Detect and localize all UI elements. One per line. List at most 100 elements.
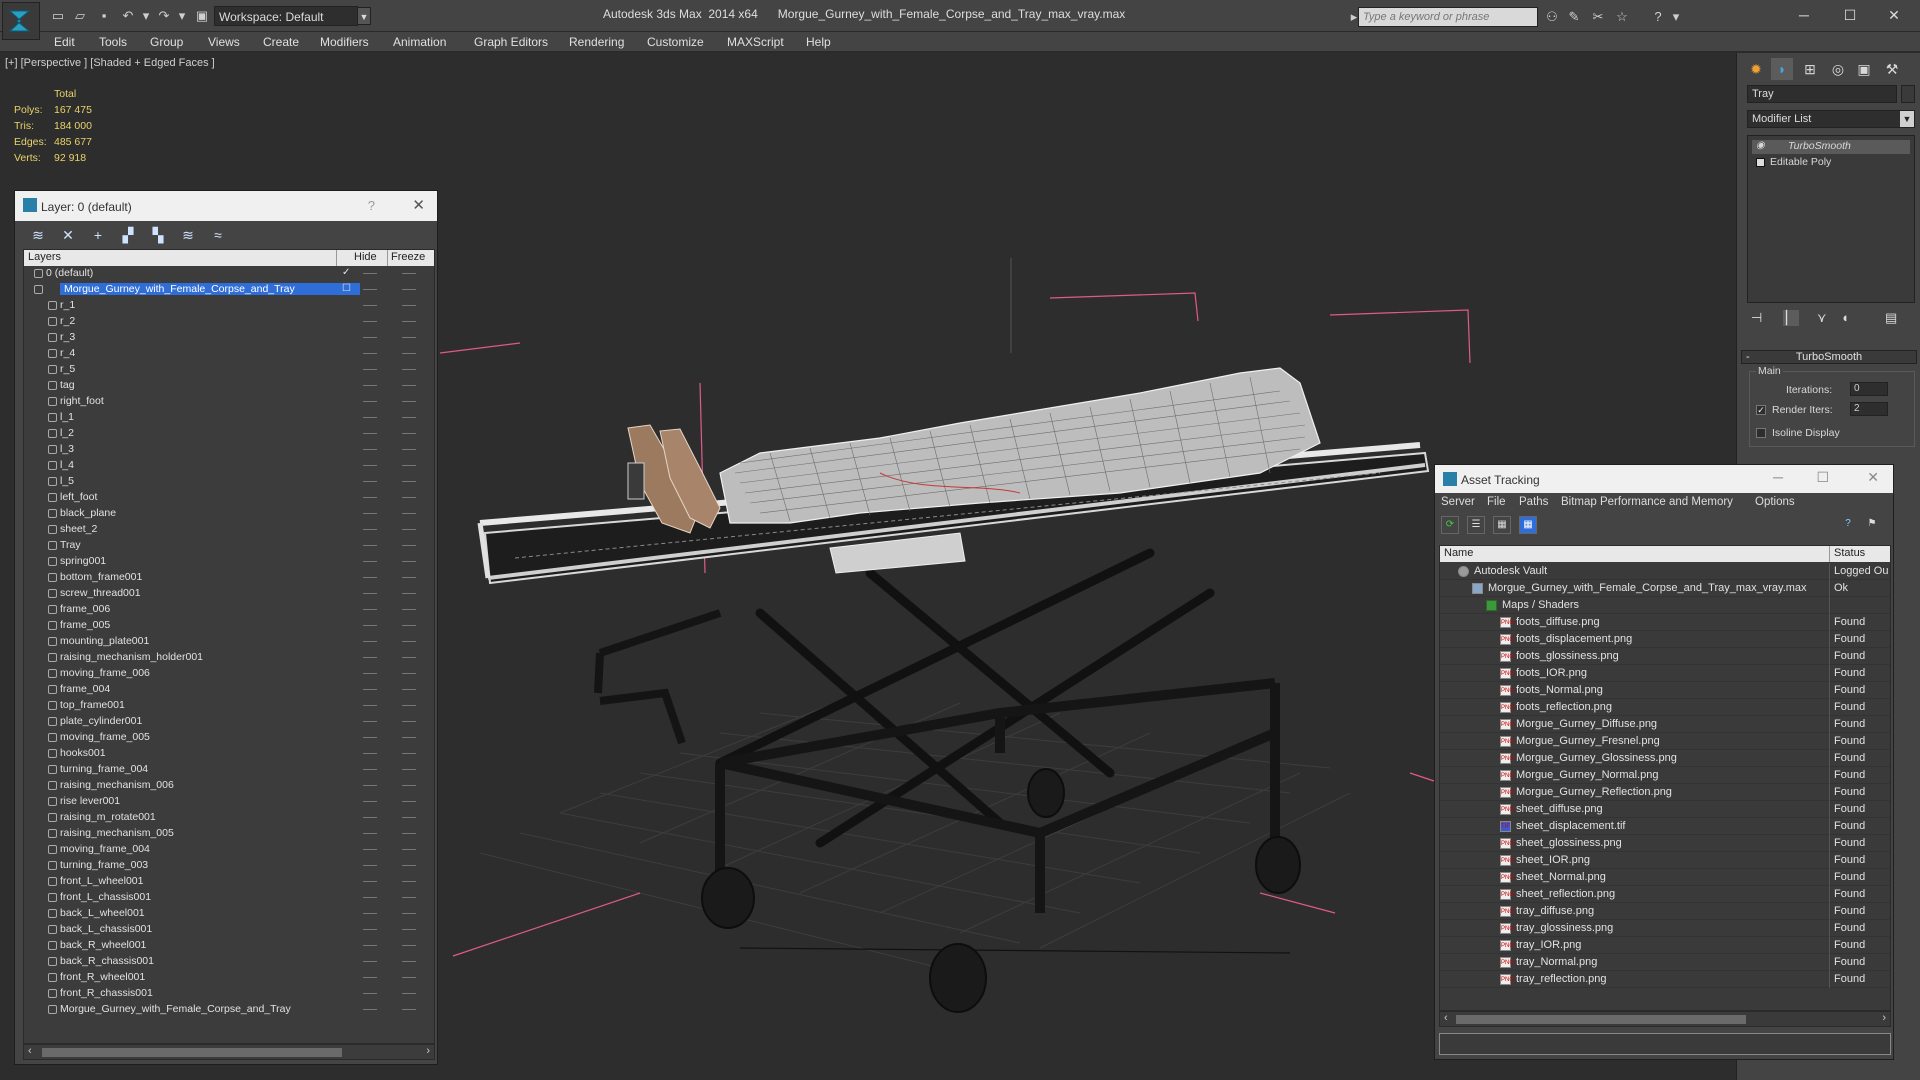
freeze-toggle[interactable] [402, 401, 416, 402]
menu-views[interactable]: Views [208, 35, 240, 49]
asset-row[interactable]: PNG foots_diffuse.png Found [1440, 614, 1890, 631]
freeze-toggle[interactable] [402, 993, 416, 994]
freeze-toggle[interactable] [402, 721, 416, 722]
freeze-toggle[interactable] [402, 801, 416, 802]
scroll-right-icon[interactable]: › [1882, 1012, 1886, 1024]
scroll-left-icon[interactable]: ‹ [1444, 1012, 1448, 1024]
search-input[interactable]: Type a keyword or phrase [1358, 7, 1538, 27]
layer-object-row[interactable]: raising_mechanism_holder001 [24, 650, 434, 666]
layer-object-row[interactable]: frame_006 [24, 602, 434, 618]
menu-bitmap-performance[interactable]: Bitmap Performance and Memory [1561, 496, 1733, 508]
freeze-toggle[interactable] [402, 561, 416, 562]
freeze-toggle[interactable] [402, 593, 416, 594]
workspace-dropdown[interactable]: Workspace: Default ▼ [214, 6, 371, 26]
hide-toggle[interactable] [363, 513, 377, 514]
hide-toggle[interactable] [363, 577, 377, 578]
hide-toggle[interactable] [363, 673, 377, 674]
motion-tab-icon[interactable]: ◎ [1827, 58, 1849, 80]
hide-toggle[interactable] [363, 689, 377, 690]
layer-object-row[interactable]: r_4 [24, 346, 434, 362]
menu-server[interactable]: Server [1441, 496, 1475, 508]
refresh-icon[interactable]: ⟳ [1441, 516, 1459, 534]
menu-paths[interactable]: Paths [1519, 496, 1548, 508]
menu-modifiers[interactable]: Modifiers [320, 35, 369, 49]
expand-box-icon[interactable] [1756, 158, 1765, 167]
asset-row[interactable]: PNG Morgue_Gurney_Glossiness.png Found [1440, 750, 1890, 767]
save-file-icon[interactable]: ▪ [96, 8, 112, 24]
asset-row[interactable]: PNG foots_IOR.png Found [1440, 665, 1890, 682]
hierarchy-tab-icon[interactable]: ⊞ [1799, 58, 1821, 80]
hide-toggle[interactable] [363, 321, 377, 322]
asset-row[interactable]: PNG tray_IOR.png Found [1440, 937, 1890, 954]
menu-maxscript[interactable]: MAXScript [727, 35, 784, 49]
binoculars-icon[interactable]: ⚇ [1544, 9, 1560, 25]
highlight-layer-icon[interactable]: ≋ [179, 226, 197, 244]
freeze-toggle[interactable] [402, 385, 416, 386]
scrollbar-thumb[interactable] [1456, 1015, 1746, 1024]
maximize-button[interactable]: ☐ [1836, 4, 1864, 26]
isoline-display-checkbox[interactable] [1756, 428, 1766, 438]
scroll-right-icon[interactable]: › [426, 1045, 430, 1057]
asset-row[interactable]: Autodesk Vault Logged Ou [1440, 563, 1890, 580]
asset-row[interactable]: PNG foots_Normal.png Found [1440, 682, 1890, 699]
lightbulb-icon[interactable]: ◉ [1756, 140, 1765, 151]
hide-toggle[interactable] [363, 417, 377, 418]
asset-row[interactable]: PNG Morgue_Gurney_Fresnel.png Found [1440, 733, 1890, 750]
render-iters-checkbox[interactable]: ✓ [1756, 405, 1766, 415]
layer-object-row[interactable]: moving_frame_006 [24, 666, 434, 682]
menu-help[interactable]: Help [806, 35, 831, 49]
layer-object-row[interactable]: tag [24, 378, 434, 394]
make-unique-icon[interactable]: ⋎ [1817, 310, 1827, 326]
freeze-toggle[interactable] [402, 353, 416, 354]
freeze-toggle[interactable] [402, 465, 416, 466]
freeze-toggle[interactable] [402, 657, 416, 658]
layer-object-row[interactable]: back_R_chassis001 [24, 954, 434, 970]
undo-dropdown-icon[interactable]: ▾ [138, 8, 154, 24]
layer-object-row[interactable]: turning_frame_003 [24, 858, 434, 874]
close-icon[interactable]: ✕ [412, 196, 425, 214]
hide-toggle[interactable] [363, 561, 377, 562]
column-status[interactable]: Status [1834, 547, 1865, 559]
hide-toggle[interactable] [363, 785, 377, 786]
asset-row[interactable]: Maps / Shaders [1440, 597, 1890, 614]
hide-toggle[interactable] [363, 705, 377, 706]
menu-group[interactable]: Group [150, 35, 183, 49]
hide-toggle[interactable] [363, 817, 377, 818]
add-layer-icon[interactable]: + [89, 226, 107, 244]
hide-toggle[interactable] [363, 273, 377, 274]
hide-toggle[interactable] [363, 465, 377, 466]
freeze-toggle[interactable] [402, 929, 416, 930]
layer-object-row[interactable]: top_frame001 [24, 698, 434, 714]
layer-object-row[interactable]: l_3 [24, 442, 434, 458]
freeze-toggle[interactable] [402, 529, 416, 530]
layer-object-row[interactable]: l_1 [24, 410, 434, 426]
configure-modifier-sets-icon[interactable]: ▤ [1885, 310, 1897, 326]
hide-toggle[interactable] [363, 449, 377, 450]
freeze-toggle[interactable] [402, 817, 416, 818]
layer-object-row[interactable]: back_R_wheel001 [24, 938, 434, 954]
freeze-toggle[interactable] [402, 913, 416, 914]
layer-object-row[interactable]: screw_thread001 [24, 586, 434, 602]
layer-object-row[interactable]: l_2 [24, 426, 434, 442]
thumbnail-view-icon[interactable]: ▦ [1493, 516, 1511, 534]
column-name[interactable]: Name [1444, 547, 1473, 559]
context-help-icon[interactable]: ⚑ [1863, 516, 1881, 534]
asset-row[interactable]: PNG tray_Normal.png Found [1440, 954, 1890, 971]
layer-properties-icon[interactable]: ≈ [209, 226, 227, 244]
hide-toggle[interactable] [363, 641, 377, 642]
asset-row[interactable]: PNG Morgue_Gurney_Reflection.png Found [1440, 784, 1890, 801]
communication-icon[interactable]: ✂ [1590, 9, 1606, 25]
hide-toggle[interactable] [363, 721, 377, 722]
asset-row[interactable]: PNG sheet_diffuse.png Found [1440, 801, 1890, 818]
hide-toggle[interactable] [363, 961, 377, 962]
freeze-toggle[interactable] [402, 481, 416, 482]
freeze-toggle[interactable] [402, 897, 416, 898]
hide-toggle[interactable] [363, 913, 377, 914]
app-logo-button[interactable] [2, 2, 40, 40]
layer-object-row[interactable]: Morgue_Gurney_with_Female_Corpse_and_Tra… [24, 1002, 434, 1018]
freeze-toggle[interactable] [402, 305, 416, 306]
column-layers[interactable]: Layers [28, 251, 61, 263]
layer-object-row[interactable]: hooks001 [24, 746, 434, 762]
hide-toggle[interactable] [363, 881, 377, 882]
asset-row[interactable]: PNG Morgue_Gurney_Diffuse.png Found [1440, 716, 1890, 733]
